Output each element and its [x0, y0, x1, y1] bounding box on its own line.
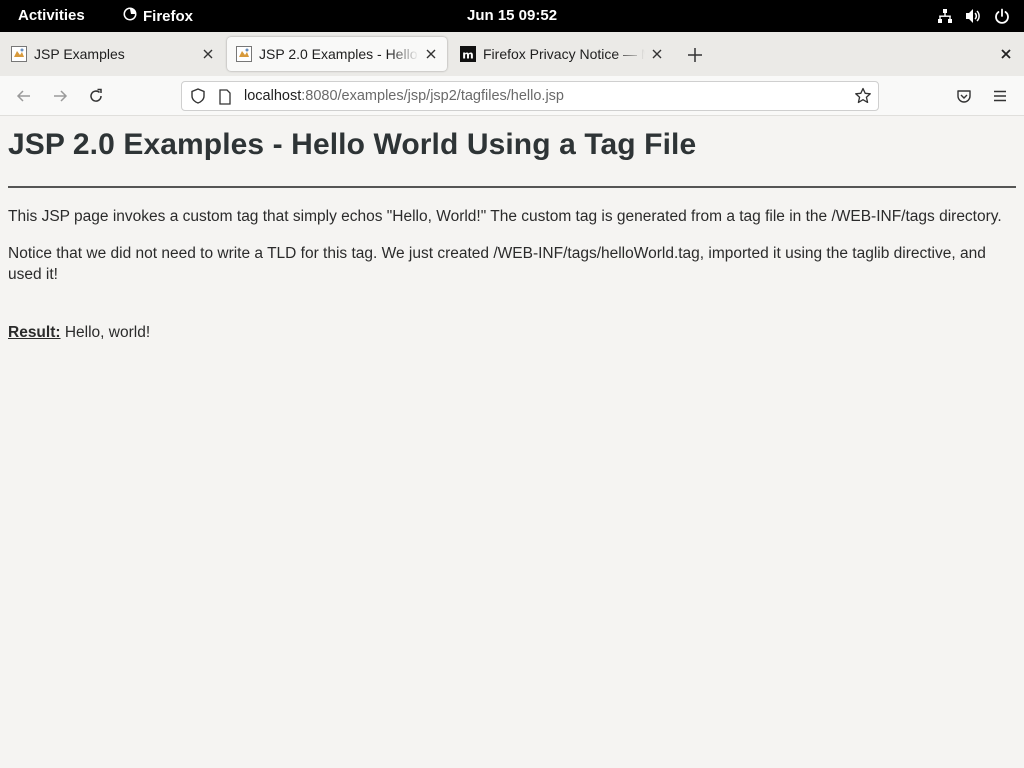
bookmark-star-icon[interactable]	[854, 87, 872, 110]
url-path: :8080/examples/jsp/jsp2/tagfiles/hello.j…	[301, 88, 564, 104]
app-menu[interactable]: Firefox	[123, 7, 193, 25]
forward-arrow-icon[interactable]	[50, 86, 70, 106]
tomcat-favicon-icon	[236, 46, 252, 62]
hamburger-menu-icon[interactable]	[990, 86, 1010, 106]
firefox-icon	[123, 7, 137, 25]
close-tab-icon[interactable]	[200, 46, 216, 62]
back-arrow-icon[interactable]	[14, 86, 34, 106]
result-line: Result: Hello, world!	[8, 322, 1016, 343]
close-window-icon[interactable]	[998, 46, 1014, 62]
navigation-toolbar: localhost:8080/examples/jsp/jsp2/tagfile…	[0, 76, 1024, 116]
url-host: localhost	[244, 88, 302, 104]
activities-button[interactable]: Activities	[18, 7, 85, 24]
clock[interactable]: Jun 15 09:52	[467, 7, 557, 24]
tab-strip: JSP Examples JSP 2.0 Examples - Hello Wo…	[0, 32, 1024, 76]
tab-jsp-examples[interactable]: JSP Examples	[2, 37, 224, 71]
tracking-protection-shield-icon[interactable]	[190, 88, 206, 109]
svg-text:m: m	[462, 49, 473, 62]
intro-paragraph: This JSP page invokes a custom tag that …	[8, 208, 1002, 225]
result-value: Hello, world!	[64, 324, 151, 341]
page-content: JSP 2.0 Examples - Hello World Using a T…	[8, 116, 1016, 343]
url-text[interactable]: localhost:8080/examples/jsp/jsp2/tagfile…	[244, 88, 564, 104]
close-tab-icon[interactable]	[423, 46, 439, 62]
note-paragraph: Notice that we did not need to write a T…	[8, 245, 986, 283]
reload-icon[interactable]	[86, 86, 106, 106]
mozilla-favicon-icon: m	[460, 46, 476, 62]
tab-title: JSP Examples	[34, 46, 196, 62]
tab-title: Firefox Privacy Notice — Mozilla	[483, 46, 645, 62]
new-tab-icon[interactable]	[685, 45, 705, 65]
network-icon	[937, 8, 953, 24]
page-info-icon[interactable]	[218, 89, 232, 110]
tab-jsp2-hello-world[interactable]: JSP 2.0 Examples - Hello World Using a T…	[227, 37, 447, 71]
pocket-icon[interactable]	[954, 86, 974, 106]
tab-firefox-privacy-notice[interactable]: m Firefox Privacy Notice — Mozilla	[451, 37, 673, 71]
address-bar[interactable]: localhost:8080/examples/jsp/jsp2/tagfile…	[181, 81, 879, 111]
divider	[8, 186, 1016, 188]
tomcat-favicon-icon	[11, 46, 27, 62]
power-icon	[994, 8, 1010, 24]
page-title: JSP 2.0 Examples - Hello World Using a T…	[8, 128, 697, 161]
tab-title: JSP 2.0 Examples - Hello World Using a T…	[259, 46, 419, 62]
result-label: Result:	[8, 324, 61, 341]
close-tab-icon[interactable]	[649, 46, 665, 62]
system-top-bar: Activities Firefox Jun 15 09:52	[0, 0, 1024, 32]
system-tray[interactable]	[937, 8, 1010, 24]
app-name: Firefox	[143, 7, 194, 25]
volume-icon	[965, 8, 982, 24]
